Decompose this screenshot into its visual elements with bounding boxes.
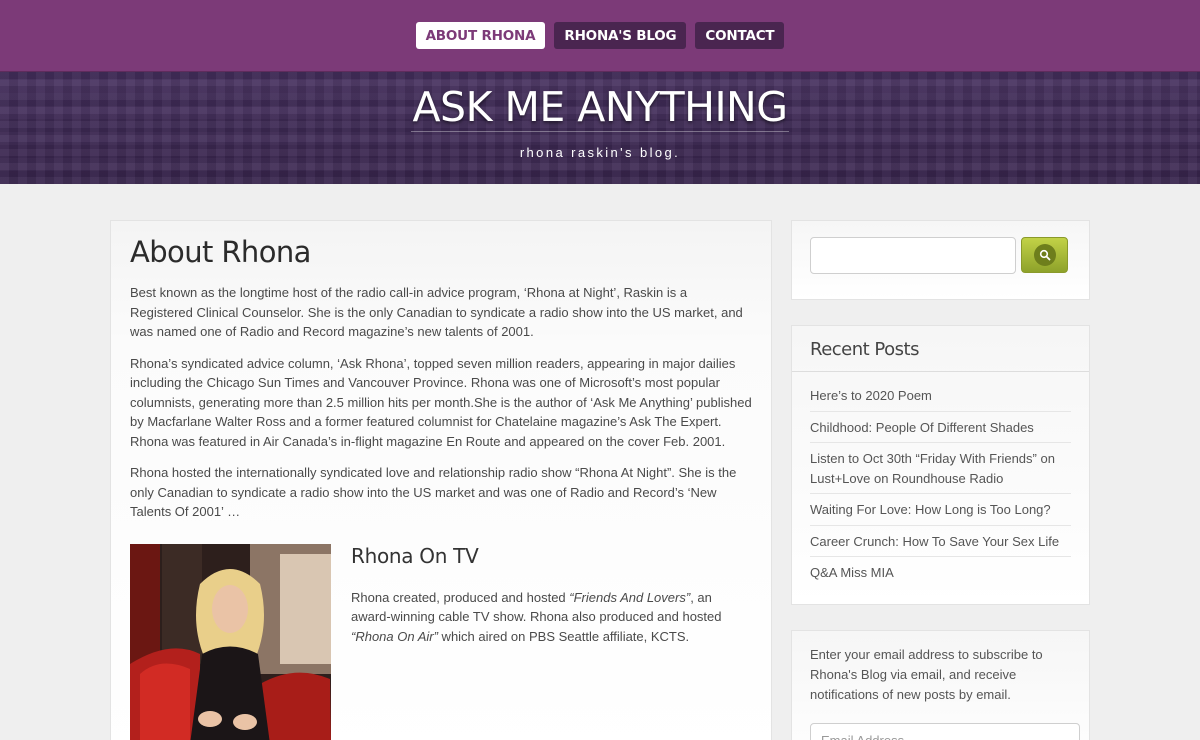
recent-post-link[interactable]: Here’s to 2020 Poem <box>810 380 1071 412</box>
show-friends-and-lovers: “Friends And Lovers” <box>569 589 691 605</box>
page-title: About Rhona <box>130 235 311 269</box>
top-navigation: ABOUT RHONA RHONA'S BLOG CONTACT <box>0 0 1200 72</box>
nav-contact[interactable]: CONTACT <box>695 22 785 49</box>
bio-paragraph-2: Rhona’s syndicated advice column, ‘Ask R… <box>130 355 752 449</box>
site-tagline: rhona raskin's blog. <box>519 145 681 161</box>
search-input[interactable] <box>810 237 1016 274</box>
tv-text: Rhona On TV Rhona created, produced and … <box>351 544 751 659</box>
recent-post-link[interactable]: Listen to Oct 30th “Friday With Friends”… <box>810 443 1071 494</box>
recent-post-link[interactable]: Career Crunch: How To Save Your Sex Life <box>810 526 1071 557</box>
tv-paragraph: Rhona created, produced and hosted “Frie… <box>351 589 722 644</box>
search-icon <box>1033 244 1056 266</box>
recent-post-link[interactable]: Q&A Miss MIA <box>810 557 1071 588</box>
recent-post-link[interactable]: Waiting For Love: How Long is Too Long? <box>810 494 1071 526</box>
subscribe-text: Enter your email address to subscribe to… <box>810 647 1043 702</box>
recent-post-link[interactable]: Childhood: People Of Different Shades <box>810 412 1071 443</box>
subscribe-widget: Enter your email address to subscribe to… <box>791 630 1090 740</box>
recent-posts-title: Recent Posts <box>792 326 1089 372</box>
bio-paragraph-3: Rhona hosted the internationally syndica… <box>130 465 737 519</box>
search-button[interactable] <box>1021 237 1068 273</box>
site-title[interactable]: ASK ME ANYTHING <box>410 85 790 133</box>
bio-paragraph-1: Best known as the longtime host of the r… <box>130 285 743 339</box>
nav-about-rhona[interactable]: ABOUT RHONA <box>415 22 546 49</box>
recent-posts-list: Here’s to 2020 Poem Childhood: People Of… <box>792 372 1089 588</box>
show-rhona-on-air: “Rhona On Air” <box>351 628 438 644</box>
main-content: About Rhona Best known as the longtime h… <box>110 220 772 740</box>
tv-heading: Rhona On TV <box>351 543 479 568</box>
site-header: ASK ME ANYTHING rhona raskin's blog. <box>0 72 1200 184</box>
recent-posts-widget: Recent Posts Here’s to 2020 Poem Childho… <box>791 325 1090 605</box>
rhona-tv-photo <box>130 543 331 740</box>
nav-rhonas-blog[interactable]: RHONA'S BLOG <box>554 22 687 49</box>
search-widget <box>791 220 1090 300</box>
email-field[interactable]: Email Address <box>810 723 1080 740</box>
content-wrapper: About Rhona Best known as the longtime h… <box>0 184 1200 740</box>
